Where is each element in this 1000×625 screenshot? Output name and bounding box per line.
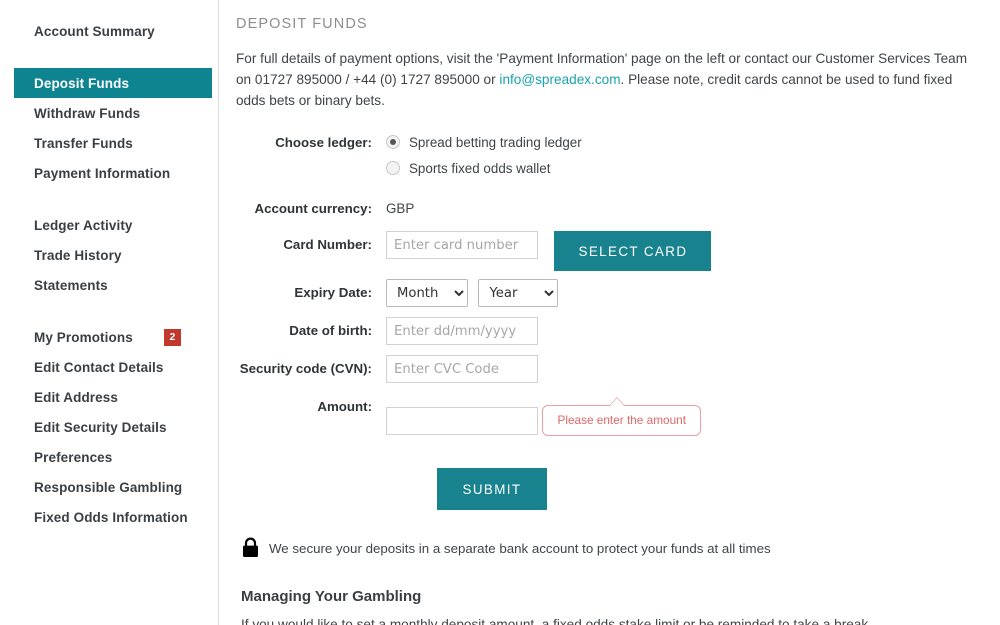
sidebar-divider [0, 300, 218, 322]
select-card-button[interactable]: SELECT CARD [554, 231, 712, 271]
radio-icon-spread-betting[interactable] [386, 135, 400, 149]
sidebar-item-withdraw-funds[interactable]: Withdraw Funds [14, 98, 212, 128]
sidebar-item-edit-security-details[interactable]: Edit Security Details [14, 412, 212, 442]
card-number-input[interactable] [386, 231, 538, 259]
ledger-label: Choose ledger: [275, 135, 372, 150]
cvn-field-wrap [386, 355, 976, 383]
expiry-label: Expiry Date: [294, 285, 372, 300]
sidebar-item-label: Edit Contact Details [34, 359, 164, 375]
main-content: DEPOSIT FUNDS For full details of paymen… [219, 0, 1000, 625]
sidebar-item-badge: 2 [164, 328, 181, 346]
cvn-label: Security code (CVN): [239, 361, 372, 376]
radio-icon-fixed-odds[interactable] [386, 161, 400, 175]
form-row-card-number: Card Number: SELECT CARD [236, 231, 976, 271]
sidebar-item-edit-contact-details[interactable]: Edit Contact Details [14, 352, 212, 382]
sidebar-item-label: Fixed Odds Information [34, 509, 188, 525]
expiry-field-wrap: Month010203040506070809101112 Year202420… [386, 279, 976, 307]
radio-label-spread-betting: Spread betting trading ledger [409, 134, 582, 150]
sidebar-item-statements[interactable]: Statements [14, 270, 212, 300]
sidebar-item-label: My Promotions [34, 329, 133, 345]
sidebar-item-label: Edit Security Details [34, 419, 167, 435]
amount-field-wrap: Please enter the amount [386, 393, 976, 436]
lock-icon [243, 537, 258, 557]
form-row-dob: Date of birth: [236, 317, 976, 345]
radio-option-spread-betting[interactable]: Spread betting trading ledger [386, 129, 976, 155]
sidebar-divider [0, 188, 218, 210]
sidebar-item-label: Trade History [34, 247, 122, 263]
sidebar-item-responsible-gambling[interactable]: Responsible Gambling [14, 472, 212, 502]
sidebar-item-my-promotions[interactable]: My Promotions 2 [14, 322, 212, 352]
sidebar-item-label: Withdraw Funds [34, 105, 141, 121]
expiry-year-select[interactable]: Year2024202520262027202820292030 [478, 279, 559, 307]
page-title: DEPOSIT FUNDS [236, 16, 368, 32]
currency-label: Account currency: [254, 201, 372, 216]
sidebar-item-transfer-funds[interactable]: Transfer Funds [14, 128, 212, 158]
sidebar-item-label: Responsible Gambling [34, 479, 183, 495]
currency-value: GBP [386, 201, 415, 216]
sidebar-divider [0, 46, 218, 68]
cvn-input[interactable] [386, 355, 538, 383]
sidebar-item-label: Statements [34, 277, 108, 293]
currency-value-wrap: GBP [386, 195, 976, 223]
sidebar-item-label: Preferences [34, 449, 113, 465]
submit-button[interactable]: SUBMIT [437, 468, 547, 510]
form-row-expiry: Expiry Date: Month0102030405060708091011… [236, 279, 976, 307]
dob-input[interactable] [386, 317, 538, 345]
card-number-field-wrap: SELECT CARD [386, 231, 976, 271]
form-row-cvn: Security code (CVN): [236, 355, 976, 383]
sidebar-item-account-summary[interactable]: Account Summary [14, 16, 212, 46]
sidebar-item-label: Payment Information [34, 165, 171, 181]
account-sidebar: Account Summary Deposit Funds Withdraw Fun… [0, 0, 219, 625]
sidebar-item-deposit-funds[interactable]: Deposit Funds [14, 68, 212, 98]
amount-input[interactable] [386, 406, 538, 435]
deposit-funds-page: Account Summary Deposit Funds Withdraw Fun… [0, 0, 1000, 625]
secure-deposit-note: We secure your deposits in a separate ba… [241, 537, 976, 559]
sidebar-item-edit-address[interactable]: Edit Address [14, 382, 212, 412]
support-email-link[interactable]: info@spreadex.com [499, 72, 620, 87]
sidebar-item-trade-history[interactable]: Trade History [14, 240, 212, 270]
card-number-label: Card Number: [283, 237, 372, 252]
sidebar-item-ledger-activity[interactable]: Ledger Activity [14, 210, 212, 240]
radio-label-fixed-odds: Sports fixed odds wallet [409, 160, 551, 176]
sidebar-item-payment-information[interactable]: Payment Information [14, 158, 212, 188]
sidebar-item-label: Transfer Funds [34, 135, 133, 151]
expiry-month-select[interactable]: Month010203040506070809101112 [386, 279, 468, 307]
sidebar-item-preferences[interactable]: Preferences [14, 442, 212, 472]
managing-gambling-heading: Managing Your Gambling [241, 588, 422, 605]
sidebar-item-label: Deposit Funds [34, 75, 130, 91]
sidebar-item-fixed-odds-information[interactable]: Fixed Odds Information [14, 502, 212, 532]
dob-field-wrap [386, 317, 976, 345]
secure-deposit-text: We secure your deposits in a separate ba… [269, 540, 771, 556]
amount-error-tooltip: Please enter the amount [542, 397, 701, 436]
managing-gambling-body: If you would like to set a monthly depos… [241, 617, 869, 625]
sidebar-item-label: Edit Address [34, 389, 118, 405]
ledger-options: Spread betting trading ledger Sports fix… [386, 129, 976, 181]
intro-paragraph: For full details of payment options, vis… [236, 48, 976, 111]
amount-label: Amount: [317, 399, 372, 414]
sidebar-item-label: Ledger Activity [34, 217, 133, 233]
form-row-ledger: Choose ledger: Spread betting trading le… [236, 129, 976, 181]
form-row-currency: Account currency: GBP [236, 195, 976, 223]
sidebar-item-label: Account Summary [34, 23, 155, 39]
radio-option-fixed-odds[interactable]: Sports fixed odds wallet [386, 155, 976, 181]
dob-label: Date of birth: [289, 323, 372, 338]
form-row-amount: Amount: Please enter the amount [236, 393, 976, 436]
